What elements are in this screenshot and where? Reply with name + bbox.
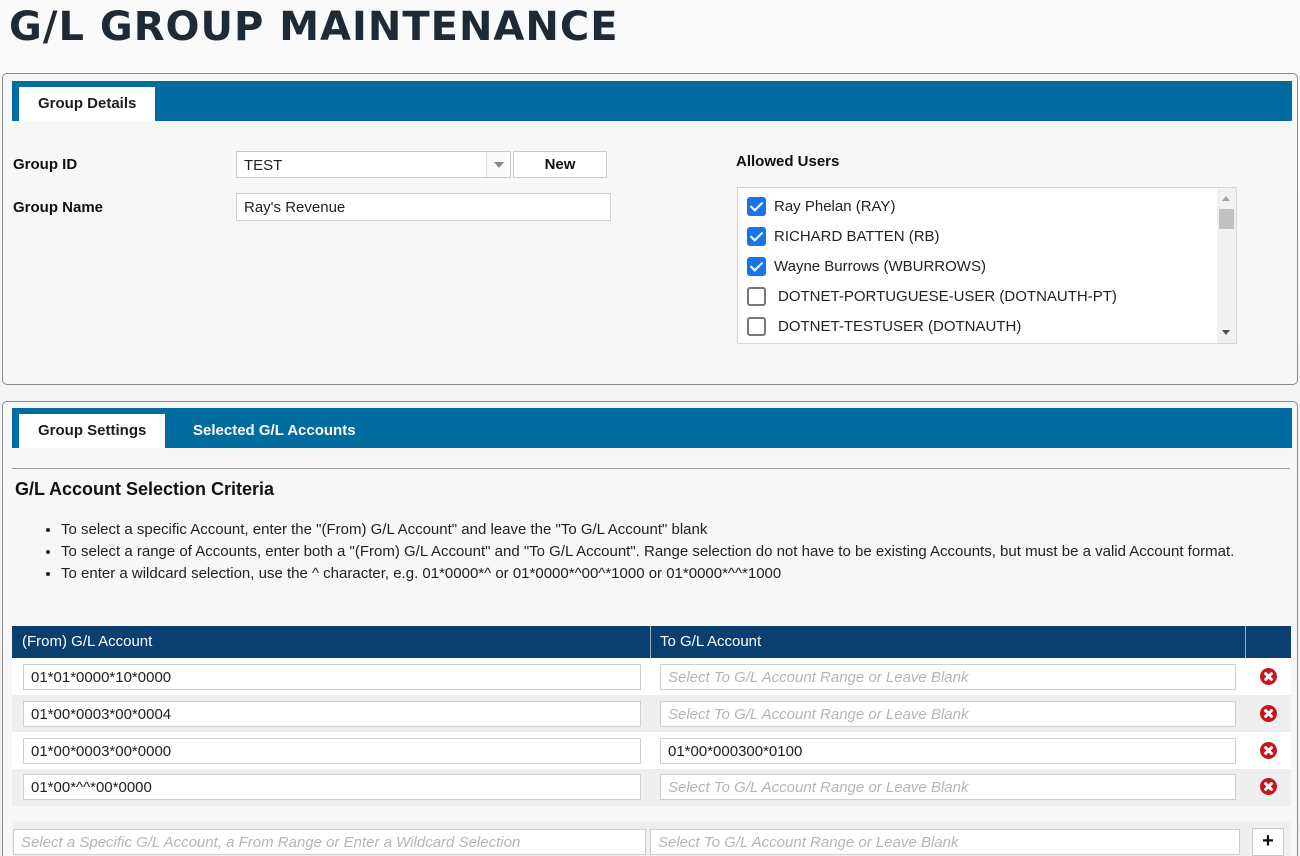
user-name: DOTNET-PORTUGUESE-USER (DOTNAUTH-PT) [778, 287, 1117, 305]
new-to-account-input[interactable]: Select To G/L Account Range or Leave Bla… [650, 829, 1240, 855]
details-tab-bar: Group Details [12, 81, 1292, 121]
checkbox-checked[interactable] [747, 256, 766, 276]
gl-account-grid: (From) G/L Account To G/L Account 01*01*… [12, 626, 1291, 808]
instruction-item: To enter a wildcard selection, use the ^… [61, 563, 1283, 585]
group-id-label: Group ID [13, 156, 78, 173]
table-row: 01*00*0003*00*0000 01*00*000300*0100 [12, 732, 1291, 769]
grid-header: (From) G/L Account To G/L Account [12, 626, 1291, 658]
checkbox-checked[interactable] [747, 196, 766, 216]
delete-row-icon[interactable] [1260, 668, 1277, 685]
allowed-users-list[interactable]: Ray Phelan (RAY) RICHARD BATTEN (RB) Way… [737, 187, 1237, 344]
user-item[interactable]: Ray Phelan (RAY) [747, 194, 895, 218]
table-row: 01*00*^^*00*0000 Select To G/L Account R… [12, 769, 1291, 806]
scroll-up-icon[interactable] [1222, 196, 1230, 201]
settings-tab-bar: Group Settings Selected G/L Accounts [12, 408, 1292, 448]
tab-group-settings[interactable]: Group Settings [19, 414, 166, 448]
checkbox-unchecked[interactable] [747, 286, 766, 306]
chevron-down-icon[interactable] [486, 152, 510, 177]
allowed-users-label: Allowed Users [736, 153, 840, 170]
user-item[interactable]: DOTNET-PORTUGUESE-USER (DOTNAUTH-PT) [747, 284, 1117, 308]
to-account-input[interactable]: Select To G/L Account Range or Leave Bla… [660, 664, 1236, 690]
user-name: Ray Phelan (RAY) [774, 197, 896, 215]
group-settings-panel: Group Settings Selected G/L Accounts G/L… [2, 401, 1298, 856]
to-account-input[interactable]: 01*00*000300*0100 [660, 738, 1236, 764]
from-account-input[interactable]: 01*00*0003*00*0004 [23, 701, 641, 727]
user-name: DOTNET-TESTUSER (DOTNAUTH) [778, 317, 1022, 335]
from-account-input[interactable]: 01*00*0003*00*0000 [23, 738, 641, 764]
column-divider [1245, 626, 1246, 658]
section-title: G/L Account Selection Criteria [15, 479, 275, 499]
checkbox-checked[interactable] [747, 226, 766, 246]
divider [12, 468, 1290, 469]
user-name: RICHARD BATTEN (RB) [774, 227, 940, 245]
tab-selected-gl-accounts[interactable]: Selected G/L Accounts [174, 414, 375, 448]
user-item[interactable]: DOTNET-TESTUSER (DOTNAUTH) [747, 314, 1021, 338]
delete-row-icon[interactable] [1260, 742, 1277, 759]
new-button[interactable]: New [513, 151, 607, 178]
group-details-panel: Group Details Group ID TEST New Group Na… [2, 73, 1298, 385]
scroll-thumb[interactable] [1219, 209, 1234, 229]
to-account-input[interactable]: Select To G/L Account Range or Leave Bla… [660, 701, 1236, 727]
instruction-item: To select a range of Accounts, enter bot… [61, 541, 1283, 563]
user-item[interactable]: RICHARD BATTEN (RB) [747, 224, 940, 248]
delete-row-icon[interactable] [1260, 778, 1277, 795]
group-id-select[interactable]: TEST [236, 151, 511, 178]
to-account-input[interactable]: Select To G/L Account Range or Leave Bla… [660, 774, 1236, 800]
table-row: 01*01*0000*10*0000 Select To G/L Account… [12, 658, 1291, 695]
from-account-input[interactable]: 01*00*^^*00*0000 [23, 774, 641, 800]
new-from-account-input[interactable]: Select a Specific G/L Account, a From Ra… [13, 829, 646, 855]
column-header-to: To G/L Account [660, 633, 762, 650]
delete-row-icon[interactable] [1260, 705, 1277, 722]
user-item[interactable]: Wayne Burrows (WBURROWS) [747, 254, 986, 278]
users-scrollbar[interactable] [1217, 188, 1236, 343]
tab-group-details[interactable]: Group Details [19, 87, 156, 121]
group-name-label: Group Name [13, 199, 104, 216]
user-name: Wayne Burrows (WBURROWS) [774, 257, 986, 275]
group-id-value: TEST [244, 157, 283, 174]
column-header-from: (From) G/L Account [22, 633, 153, 650]
page-title: G/L GROUP MAINTENANCE [9, 4, 619, 50]
instruction-item: To select a specific Account, enter the … [61, 519, 1283, 541]
checkbox-unchecked[interactable] [747, 316, 766, 336]
group-name-input[interactable]: Ray's Revenue [236, 193, 611, 221]
from-account-input[interactable]: 01*01*0000*10*0000 [23, 664, 641, 690]
scroll-down-icon[interactable] [1222, 330, 1230, 335]
instructions-list: To select a specific Account, enter the … [61, 519, 1283, 585]
add-row-button[interactable]: + [1252, 828, 1284, 856]
table-row: 01*00*0003*00*0004 Select To G/L Account… [12, 695, 1291, 732]
